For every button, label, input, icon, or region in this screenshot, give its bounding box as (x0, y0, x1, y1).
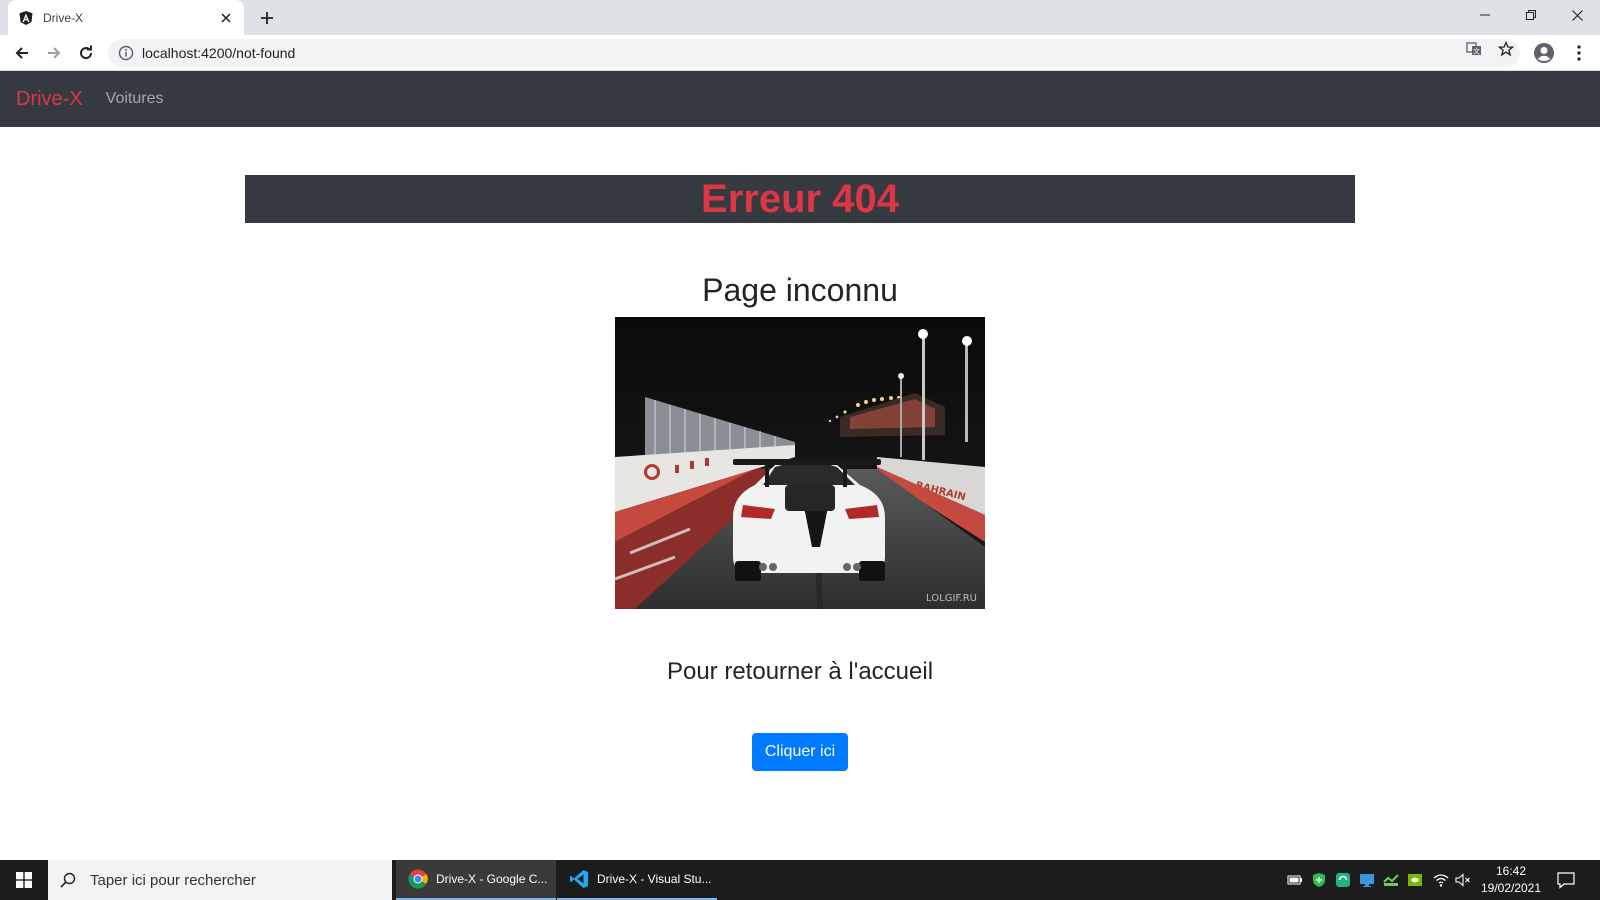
taskbar-clock[interactable]: 16:42 19/02/2021 (1474, 863, 1548, 897)
reload-icon[interactable] (72, 39, 100, 67)
notification-icon[interactable] (1556, 870, 1576, 890)
back-arrow-icon[interactable] (8, 39, 36, 67)
windows-taskbar: Taper ici pour rechercher Drive-X - Goog… (0, 860, 1600, 900)
sync-icon[interactable] (1335, 872, 1351, 888)
browser-tabstrip: Drive-X (0, 0, 1600, 35)
forward-arrow-icon[interactable] (40, 39, 68, 67)
search-placeholder: Taper ici pour rechercher (90, 871, 256, 889)
vscode-icon (569, 869, 589, 889)
taskbar-search-input[interactable]: Taper ici pour rechercher (48, 860, 392, 900)
windows-start-icon[interactable] (0, 860, 48, 900)
taskbar-app-vscode[interactable]: Drive-X - Visual Stu... (557, 860, 717, 900)
taskbar-app-label: Drive-X - Google C... (436, 872, 548, 886)
address-bar[interactable]: localhost:4200/not-found (108, 39, 1520, 67)
click-here-button[interactable]: Cliquer ici (752, 733, 848, 771)
profile-avatar-icon[interactable] (1530, 39, 1558, 67)
svg-text:文: 文 (1473, 47, 1480, 56)
battery-icon[interactable] (1287, 872, 1303, 888)
network-drive-icon[interactable] (1383, 872, 1399, 888)
menu-dots-icon[interactable] (1565, 39, 1593, 67)
restore-icon[interactable] (1508, 0, 1554, 30)
translate-icon[interactable]: 文 (1466, 41, 1482, 57)
angular-icon (18, 10, 34, 26)
monitor-icon[interactable] (1359, 872, 1375, 888)
minimize-icon[interactable] (1462, 0, 1508, 30)
volume-muted-icon[interactable] (1455, 872, 1471, 888)
taskbar-app-chrome[interactable]: Drive-X - Google C... (396, 860, 556, 900)
url-text: localhost:4200/not-found (142, 45, 296, 61)
search-icon (60, 872, 76, 888)
window-close-icon[interactable] (1554, 0, 1600, 30)
taskbar-app-label: Drive-X - Visual Stu... (597, 872, 712, 886)
nvidia-icon[interactable] (1407, 872, 1423, 888)
clock-date: 19/02/2021 (1480, 881, 1542, 895)
browser-tab[interactable]: Drive-X (8, 0, 244, 35)
image-watermark: LOLGIF.RU (926, 593, 977, 604)
wifi-icon[interactable] (1433, 872, 1449, 888)
shield-icon[interactable] (1311, 872, 1327, 888)
racing-car-image: BAHRAIN LOLGIF.RU (615, 317, 985, 609)
clock-time: 16:42 (1495, 864, 1527, 878)
navbar-brand[interactable]: Drive-X (16, 88, 83, 111)
error-title: Erreur 404 (701, 176, 899, 221)
star-icon[interactable] (1498, 41, 1514, 57)
tab-title: Drive-X (43, 10, 84, 25)
app-navbar: Drive-X Voitures (0, 71, 1600, 127)
info-icon[interactable] (118, 45, 134, 61)
chrome-icon (408, 869, 428, 889)
error-banner: Erreur 404 (245, 175, 1355, 223)
nav-link-voitures[interactable]: Voitures (106, 90, 164, 108)
new-tab-button[interactable] (255, 6, 279, 30)
page-title: Page inconnu (702, 272, 898, 308)
return-text: Pour retourner à l'accueil (666, 658, 934, 685)
close-icon[interactable] (218, 10, 234, 26)
browser-toolbar: localhost:4200/not-found 文 (0, 35, 1600, 71)
